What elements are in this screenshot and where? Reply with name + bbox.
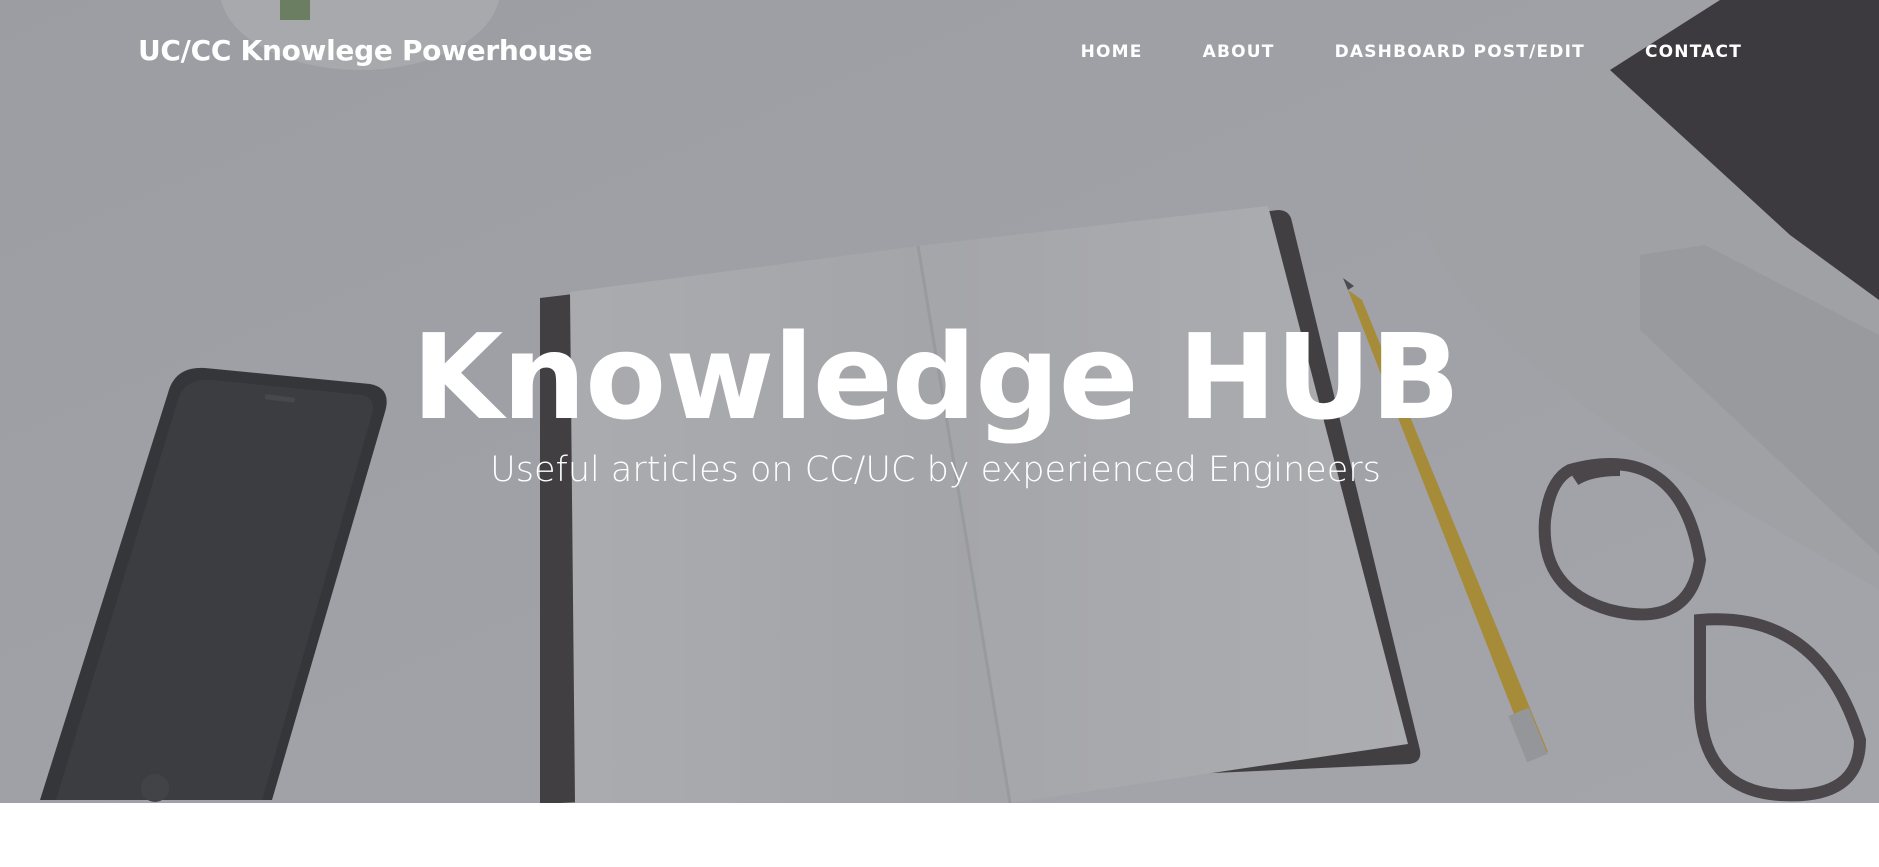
site-brand-link[interactable]: UC/CC Knowlege Powerhouse bbox=[138, 34, 592, 67]
masthead: UC/CC Knowlege Powerhouse HOME ABOUT DAS… bbox=[0, 0, 1879, 803]
nav-item-about[interactable]: ABOUT bbox=[1173, 42, 1305, 62]
page: UC/CC Knowlege Powerhouse HOME ABOUT DAS… bbox=[0, 0, 1879, 867]
nav-item-dashboard[interactable]: DASHBOARD POST/EDIT bbox=[1305, 42, 1615, 62]
page-subtitle: Useful articles on CC/UC by experienced … bbox=[490, 450, 1381, 490]
nav-item-contact[interactable]: CONTACT bbox=[1615, 42, 1742, 62]
nav-links: HOME ABOUT DASHBOARD POST/EDIT CONTACT bbox=[1051, 42, 1742, 62]
site-heading: Knowledge HUB Useful articles on CC/UC b… bbox=[0, 312, 1879, 492]
main-navbar: UC/CC Knowlege Powerhouse HOME ABOUT DAS… bbox=[0, 0, 1879, 108]
page-title: Knowledge HUB bbox=[411, 308, 1461, 446]
nav-item-home[interactable]: HOME bbox=[1051, 42, 1173, 62]
